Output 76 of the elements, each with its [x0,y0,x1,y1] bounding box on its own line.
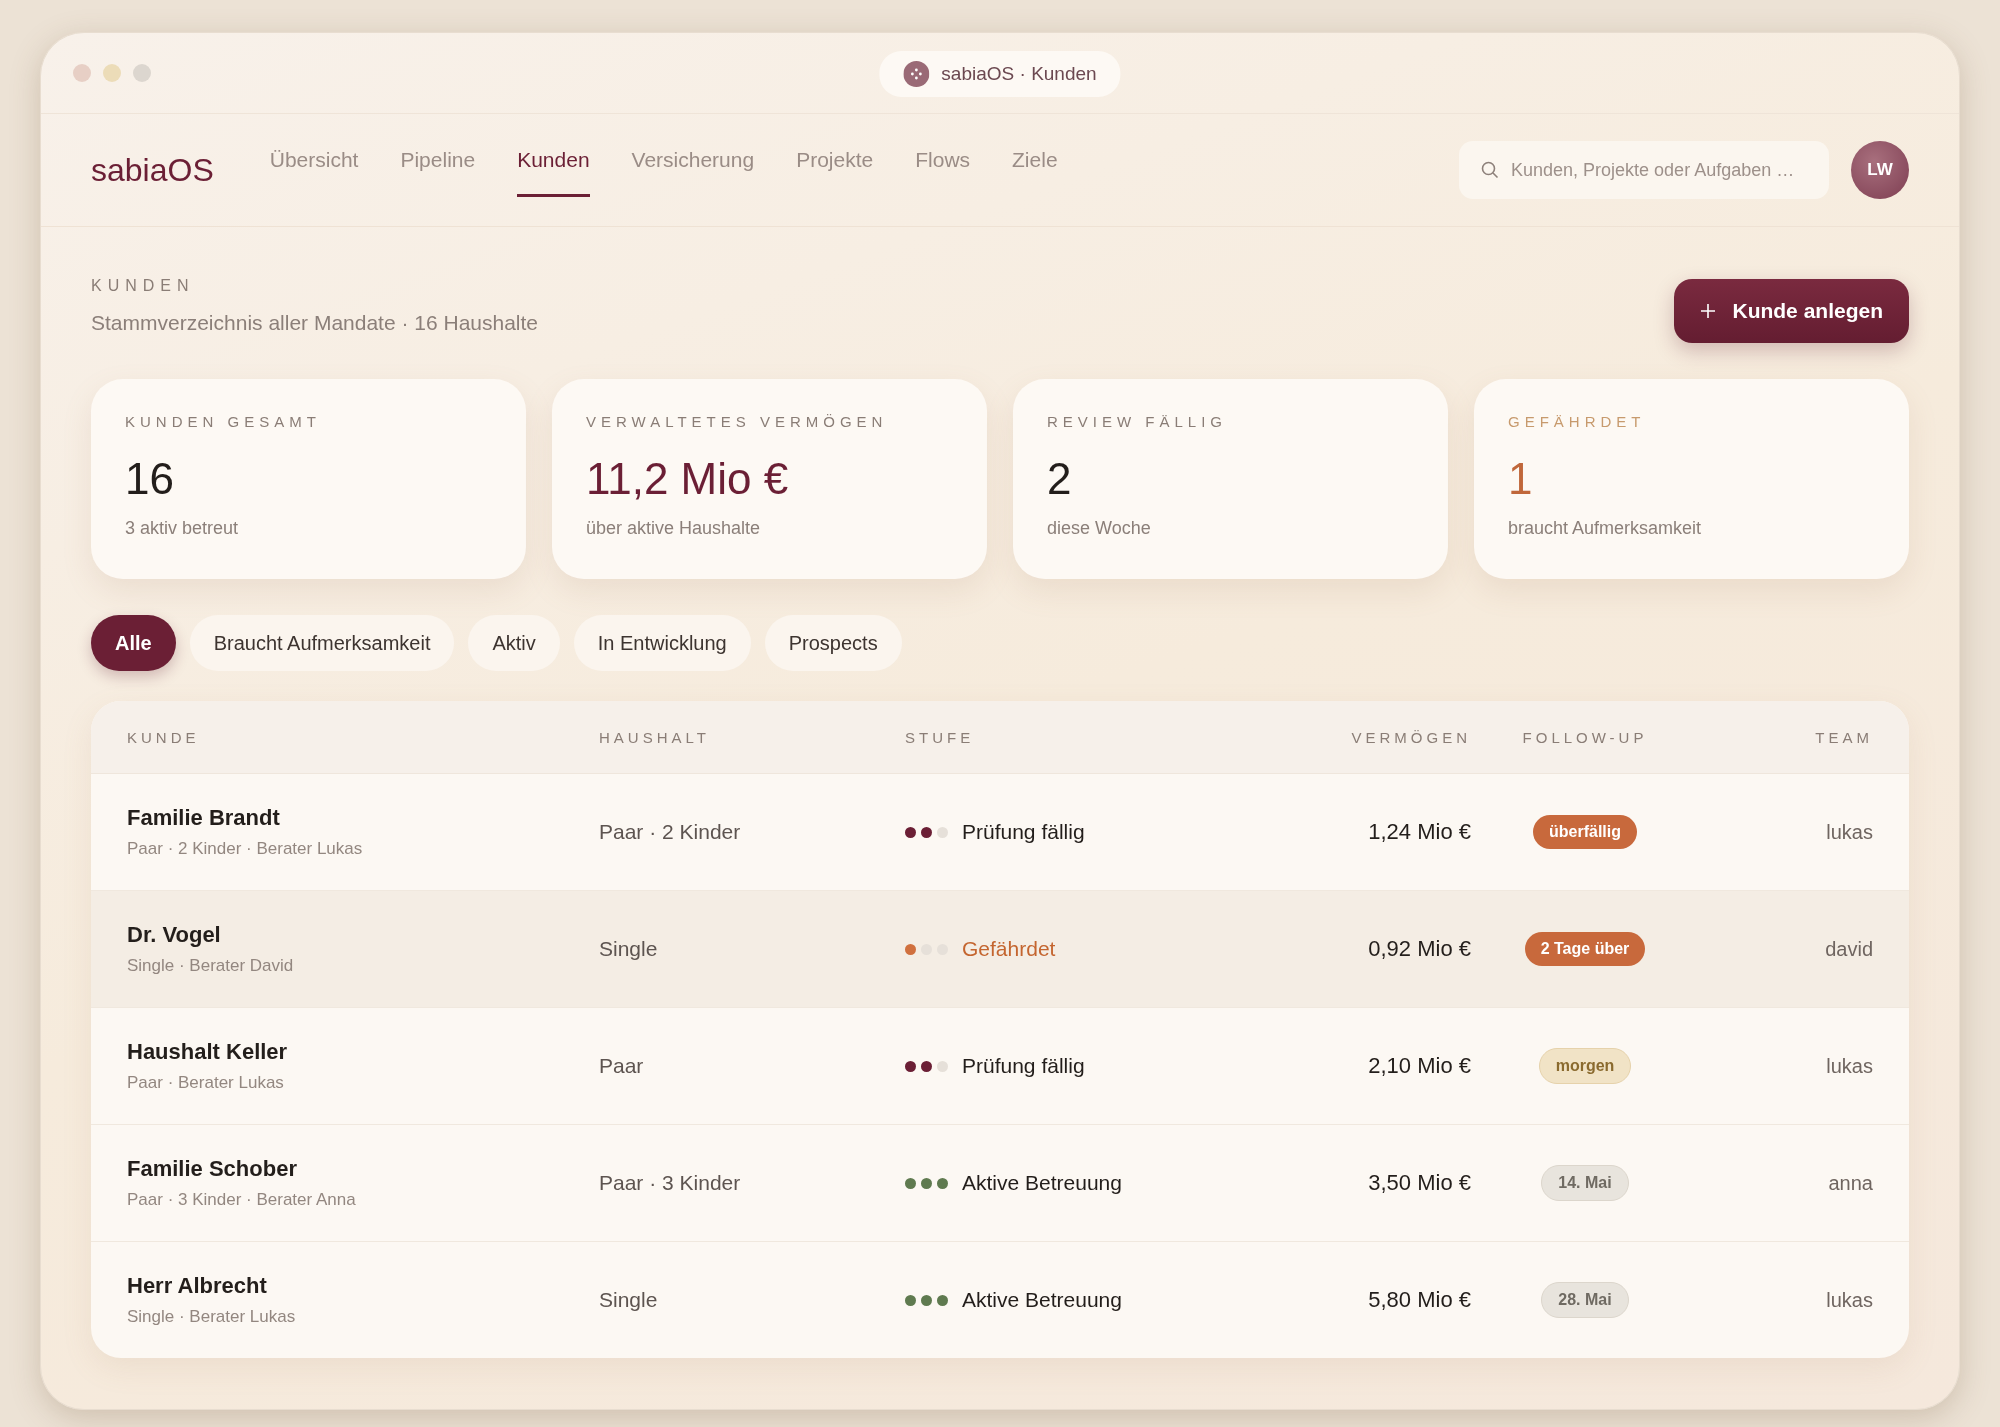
client-name: Familie Schober [127,1156,298,1182]
household-cell-text: Single [599,937,659,961]
table-row[interactable]: Familie Schober Paar · 3 Kinder · Berater Anna Paar · 3 Kinder Aktive Betreuung 3,50 Mio € 14. Mai anna [91,1125,1909,1242]
follow-up-badge: 2 Tage über [1524,932,1646,966]
client-detail: Paar · 2 Kinder · Berater Lukas [127,839,364,859]
filter-chip[interactable]: Alle [91,615,176,671]
stat-note: über aktive Haushalte [586,518,762,539]
minimize-window-button[interactable] [103,64,121,82]
stat-value: 2 [1047,454,1072,504]
filter-chip[interactable]: Aktiv [468,615,560,671]
client-detail: Paar · 3 Kinder · Berater Anna [127,1190,357,1210]
stage-label: Aktive Betreuung [962,1171,1122,1195]
stat-label: GEFÄHRDET [1508,413,1647,430]
stage-label: Prüfung fällig [962,1054,1085,1078]
follow-up-badge: überfällig [1533,815,1637,849]
filter-chip[interactable]: Braucht Aufmerksamkeit [189,615,455,671]
window-title: sabiaOS · Kunden [941,63,1097,85]
stat-note: diese Woche [1047,518,1152,539]
column-header: KUNDE [127,728,201,746]
follow-up-badge: 14. Mai [1541,1165,1629,1201]
assets-cell: 1,24 Mio € [1368,819,1471,845]
maximize-window-button[interactable] [133,64,151,82]
stat-label: VERWALTETES VERMÖGEN [586,413,889,430]
follow-up-badge: morgen [1538,1048,1632,1084]
plus-icon [1700,303,1717,319]
team-cell: david [1825,937,1873,961]
stat-value: 1 [1508,454,1533,504]
client-name: Familie Brandt [127,805,281,831]
stat-value: 16 [125,454,174,504]
stat-note: braucht Aufmerksamkeit [1508,518,1703,539]
close-window-button[interactable] [73,64,91,82]
client-detail: Paar · Berater Lukas [127,1073,285,1093]
stat-label: KUNDEN GESAMT [125,413,322,430]
stat-note: 3 aktiv betreut [125,518,240,539]
stat-label: REVIEW FÄLLIG [1047,413,1229,430]
stage-label: Prüfung fällig [962,820,1085,844]
column-header: TEAM [1815,728,1873,746]
page-eyebrow: KUNDEN [91,277,196,295]
stage-label: Gefährdet [962,937,1056,961]
household-cell-text: Paar · 3 Kinder [599,1171,742,1195]
client-name: Haushalt Keller [127,1039,289,1065]
assets-cell: 0,92 Mio € [1368,936,1471,962]
filter-chip[interactable]: In Entwicklung [573,615,751,671]
assets-cell: 3,50 Mio € [1368,1170,1471,1196]
table-row[interactable]: Dr. Vogel Single · Berater David Single Gefährdet 0,92 Mio € 2 Tage über david [91,891,1909,1008]
assets-cell: 2,10 Mio € [1368,1053,1471,1079]
table-row[interactable]: Haushalt Keller Paar · Berater Lukas Paar Prüfung fällig 2,10 Mio € morgen lukas [91,1008,1909,1125]
logo-icon [903,61,930,87]
column-header: VERMÖGEN [1351,728,1471,746]
column-header: HAUSHALT [599,728,711,746]
client-name: Dr. Vogel [127,922,222,948]
stage-label: Aktive Betreuung [962,1288,1122,1312]
team-cell: lukas [1826,1288,1873,1312]
table-row[interactable]: Herr Albrecht Single · Berater Lukas Single Aktive Betreuung 5,80 Mio € 28. Mai lukas [91,1242,1909,1358]
column-header: FOLLOW-UP [1522,728,1648,746]
add-client-button[interactable]: Kunde anlegen [1674,279,1909,343]
household-cell-text: Paar [599,1054,645,1078]
column-header: STUFE [905,728,976,746]
user-avatar[interactable]: LW [1851,141,1909,199]
team-cell: lukas [1826,1054,1873,1078]
assets-cell: 5,80 Mio € [1368,1287,1471,1313]
household-cell-text: Paar · 2 Kinder [599,820,742,844]
follow-up-badge: 28. Mai [1541,1282,1629,1318]
filter-chip[interactable]: Prospects [764,615,902,671]
page-subtitle: Stammverzeichnis aller Mandate · 16 Haushalte [91,311,539,335]
stat-value: 11,2 Mio € [586,454,789,504]
household-cell-text: Single [599,1288,659,1312]
nav-tab[interactable]: Kunden [517,114,590,197]
search-icon [1481,161,1499,179]
client-detail: Single · Berater David [127,956,295,976]
brand-name: sabiaOS [91,151,214,189]
team-cell: anna [1828,1171,1873,1195]
client-name: Herr Albrecht [127,1273,268,1299]
search-field[interactable]: Kunden, Projekte oder Aufgaben … [1459,141,1829,199]
client-detail: Single · Berater Lukas [127,1307,297,1327]
team-cell: lukas [1826,820,1873,844]
